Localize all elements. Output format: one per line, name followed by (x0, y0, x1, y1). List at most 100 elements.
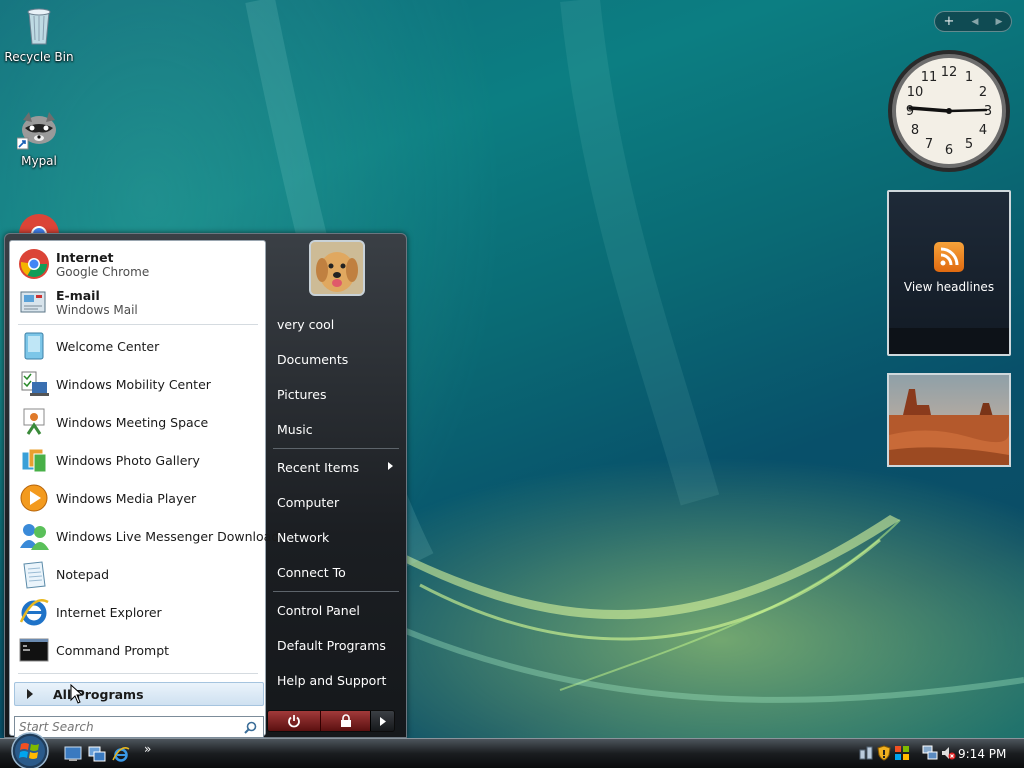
headlines-caption: View headlines (903, 280, 995, 294)
place-item-label: Network (277, 529, 330, 545)
internet-explorer-quicklaunch[interactable] (112, 746, 130, 762)
add-gadget-button[interactable]: + (944, 14, 955, 29)
place-item-label: Recent Items (277, 459, 360, 475)
menu-separator (18, 673, 258, 674)
show-desktop-icon (64, 746, 82, 761)
clock-numeral: 6 (945, 143, 953, 158)
desktop-icon-recycle-bin[interactable]: Recycle Bin (1, 2, 77, 64)
place-item-recent-items[interactable]: Recent Items (269, 452, 403, 482)
menu-item-meeting-space[interactable]: Windows Meeting Space (14, 403, 263, 441)
clock-face: 12 1 2 3 4 5 6 7 8 9 10 11 (888, 50, 1010, 172)
internet-explorer-icon (112, 747, 130, 762)
menu-item-photo-gallery[interactable]: Windows Photo Gallery (14, 441, 263, 479)
clock-gadget[interactable]: 12 1 2 3 4 5 6 7 8 9 10 11 (886, 48, 1012, 174)
taskbar-clock[interactable]: 9:14 PM (958, 747, 1006, 761)
meeting-space-icon (18, 406, 50, 438)
power-buttons (267, 710, 395, 732)
place-item-connect-to[interactable]: Connect To (269, 557, 403, 587)
clock-numeral: 7 (925, 137, 933, 152)
start-menu-places-pane: very cool Documents Pictures Music Recen… (267, 234, 407, 739)
place-item-help-support[interactable]: Help and Support (269, 665, 403, 695)
volume-muted-icon[interactable] (940, 745, 956, 761)
switch-windows-icon (88, 746, 106, 762)
place-item-label: Control Panel (277, 602, 360, 618)
place-item-label: Connect To (277, 564, 346, 580)
place-item-music[interactable]: Music (269, 414, 403, 444)
slideshow-gadget[interactable] (887, 373, 1011, 467)
chevron-right-icon (379, 716, 386, 726)
all-programs-button[interactable]: All Programs (14, 682, 264, 706)
start-search-input[interactable] (19, 720, 239, 734)
feed-headlines-gadget[interactable]: View headlines (887, 190, 1011, 356)
minute-hand (947, 108, 988, 113)
power-icon (288, 715, 300, 728)
place-item-pictures[interactable]: Pictures (269, 379, 403, 409)
menu-item-welcome-center[interactable]: Welcome Center (14, 327, 263, 365)
messenger-icon (18, 520, 50, 552)
start-button[interactable] (8, 731, 52, 768)
place-item-default-programs[interactable]: Default Programs (269, 630, 403, 660)
pinned-item-email[interactable]: E-mail Windows Mail (14, 283, 263, 321)
photo-gallery-icon (18, 444, 50, 476)
clock-numeral: 9 (906, 104, 914, 119)
menu-item-label: Windows Mobility Center (56, 376, 211, 392)
media-player-icon (18, 482, 50, 514)
shutdown-options-button[interactable] (370, 711, 394, 731)
windows-logo-icon (11, 732, 49, 768)
raccoon-icon (16, 106, 61, 150)
place-item-control-panel[interactable]: Control Panel (269, 595, 403, 625)
network-connection-icon[interactable] (922, 745, 938, 761)
network-status-icon[interactable] (858, 745, 874, 761)
next-page-button[interactable]: ▶ (996, 17, 1003, 27)
menu-item-label: Internet Explorer (56, 604, 162, 620)
windows-flag-icon[interactable] (894, 745, 910, 761)
menu-separator (273, 448, 399, 449)
menu-item-label: Windows Media Player (56, 490, 197, 506)
place-item-label: Default Programs (277, 637, 386, 653)
switch-windows-button[interactable] (88, 746, 106, 762)
taskbar: » 9:14 PM (0, 732, 1024, 768)
right-arrow-icon (27, 689, 33, 699)
clock-numeral: 8 (911, 123, 919, 138)
place-item-network[interactable]: Network (269, 522, 403, 552)
place-item-documents[interactable]: Documents (269, 344, 403, 374)
lock-icon (340, 714, 351, 727)
headlines-footer (889, 328, 1009, 354)
windows-mail-icon (18, 286, 50, 318)
power-button[interactable] (268, 711, 320, 731)
menu-item-command-prompt[interactable]: Command Prompt (14, 631, 263, 669)
menu-item-media-player[interactable]: Windows Media Player (14, 479, 263, 517)
place-item-user[interactable]: very cool (269, 309, 403, 339)
recycle-bin-icon (17, 2, 61, 46)
quick-launch-overflow[interactable]: » (144, 742, 151, 756)
search-icon (244, 721, 257, 734)
clock-numeral: 12 (941, 65, 958, 80)
pinned-item-internet[interactable]: Internet Google Chrome (14, 245, 263, 283)
menu-separator (18, 324, 258, 325)
notepad-icon (18, 558, 50, 590)
pinned-item-title: E-mail (56, 287, 100, 303)
lock-button[interactable] (320, 711, 370, 731)
menu-item-label: Command Prompt (56, 642, 170, 658)
desktop-icon-mypal[interactable]: Mypal (1, 106, 77, 168)
place-item-label: Documents (277, 351, 349, 367)
place-item-label: very cool (277, 316, 335, 332)
menu-item-label: Notepad (56, 566, 110, 582)
menu-item-live-messenger[interactable]: Windows Live Messenger Download (14, 517, 279, 555)
menu-item-notepad[interactable]: Notepad (14, 555, 263, 593)
sidebar-gadget-controls: + ◀ ▶ (934, 11, 1012, 32)
menu-item-mobility-center[interactable]: Windows Mobility Center (14, 365, 263, 403)
clock-numeral: 2 (979, 85, 987, 100)
pinned-item-subtitle: Windows Mail (56, 302, 138, 317)
start-menu: Internet Google Chrome E-mail Windows Ma… (4, 233, 407, 738)
menu-item-internet-explorer[interactable]: Internet Explorer (14, 593, 263, 631)
prev-page-button[interactable]: ◀ (972, 17, 979, 27)
start-menu-programs-pane: Internet Google Chrome E-mail Windows Ma… (9, 240, 279, 738)
clock-numeral: 10 (907, 85, 924, 100)
user-avatar[interactable] (309, 240, 365, 296)
show-desktop-button[interactable] (64, 746, 82, 762)
security-shield-icon[interactable] (876, 745, 892, 761)
command-prompt-icon (18, 634, 50, 666)
place-item-computer[interactable]: Computer (269, 487, 403, 517)
desktop-icon-label: Mypal (21, 154, 57, 168)
